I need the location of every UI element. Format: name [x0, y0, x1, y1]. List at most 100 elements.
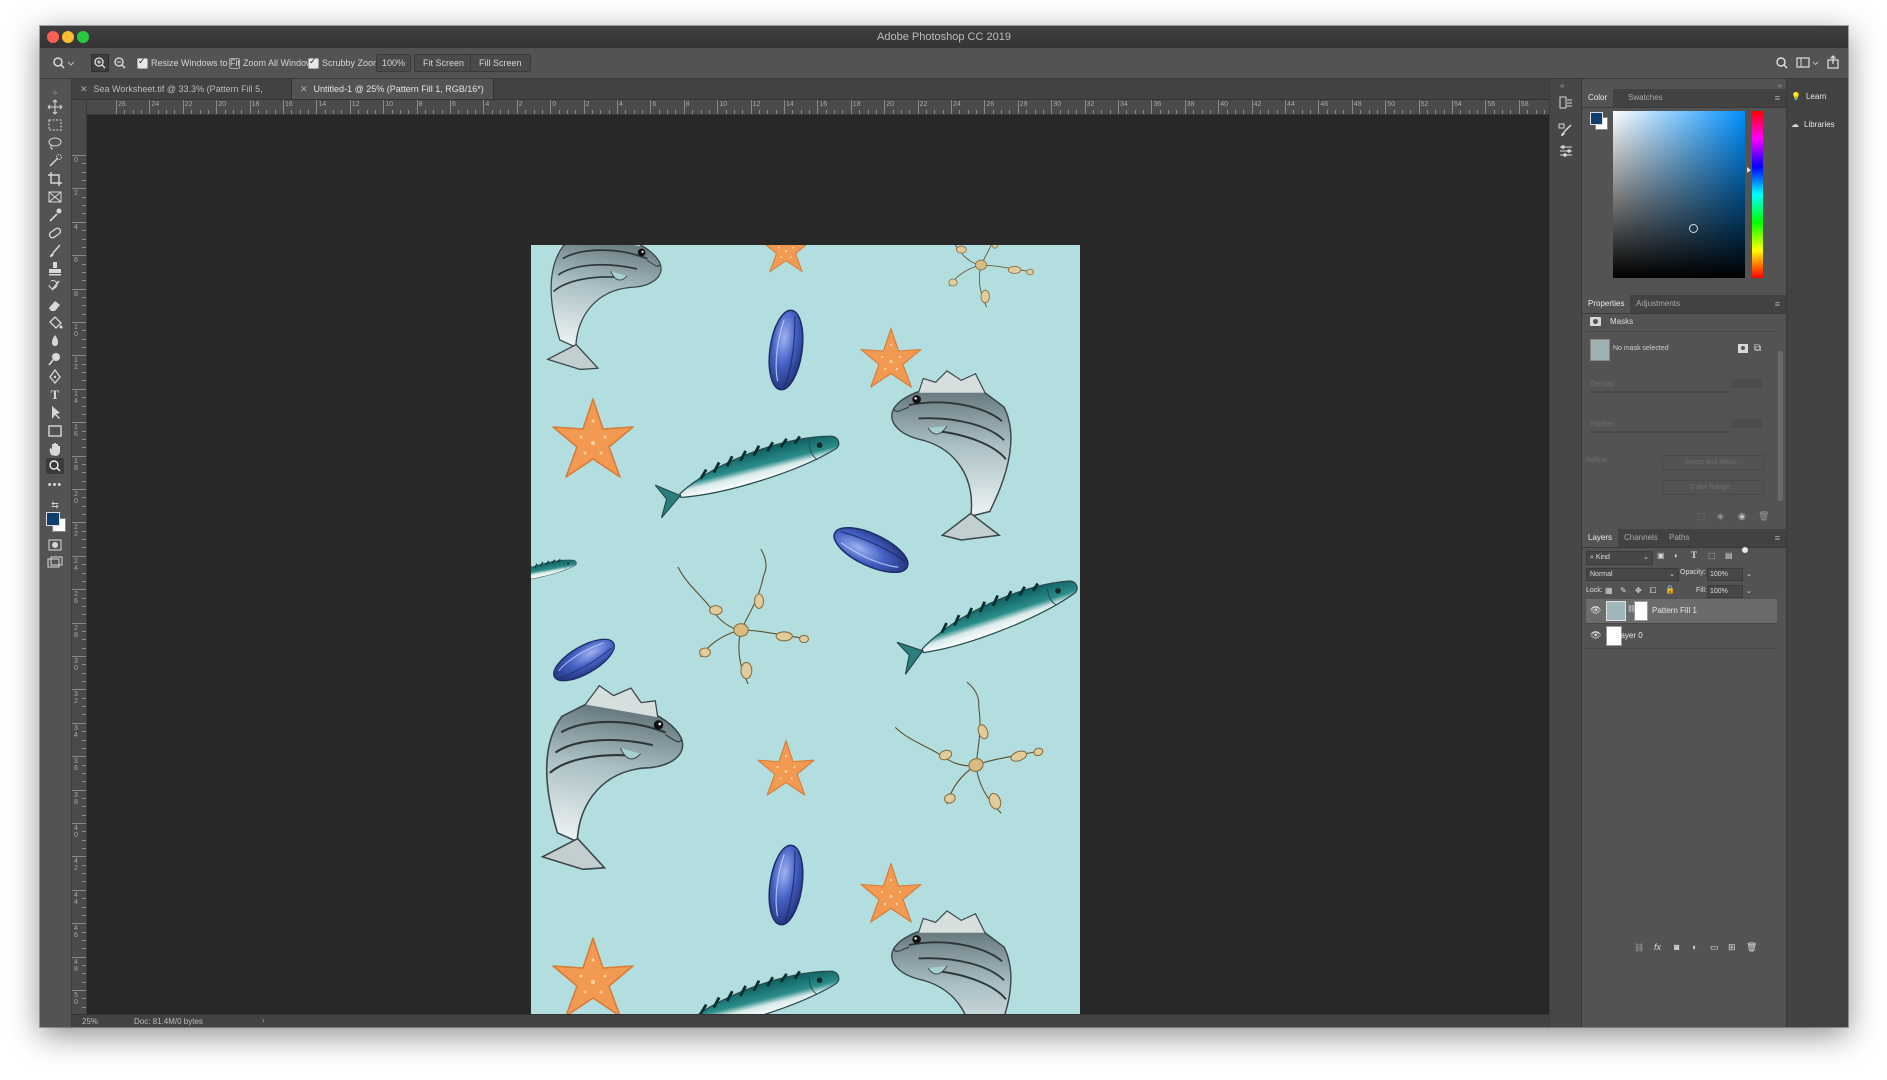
share-icon[interactable] [1826, 55, 1840, 69]
shape-layer-filter-icon[interactable]: ⬚ [1708, 551, 1716, 560]
paint-bucket-tool-icon[interactable] [46, 315, 64, 331]
lasso-tool-icon[interactable] [46, 135, 64, 151]
path-selection-tool-icon[interactable] [46, 405, 64, 421]
fill-screen-button[interactable]: Fill Screen [470, 54, 531, 72]
layer-row-pattern-fill-1[interactable]: 👁 ⛓ Pattern Fill 1 [1586, 599, 1777, 624]
tab-sea-worksheet[interactable]: ✕ Sea Worksheet.tif @ 33.3% (Pattern Fill… [72, 79, 292, 114]
type-tool-icon[interactable]: T [46, 387, 64, 403]
link-layers-icon[interactable]: ⛓ [1634, 943, 1644, 952]
panel-menu-icon[interactable]: ≡ [1775, 533, 1780, 543]
marquee-tool-icon[interactable] [46, 117, 64, 133]
zoom-percentage-field[interactable]: 100% [376, 54, 412, 72]
tab-layers[interactable]: Layers [1582, 529, 1619, 547]
healing-brush-tool-icon[interactable] [46, 225, 64, 241]
zoom-out-icon[interactable] [112, 55, 128, 71]
foreground-color-swatch[interactable] [46, 512, 60, 526]
tab-color[interactable]: Color [1582, 89, 1614, 107]
lock-all-icon[interactable]: 🔒 [1665, 585, 1675, 594]
scrubby-zoom-checkbox[interactable]: Scrubby Zoom [308, 56, 381, 69]
libraries-panel-button[interactable]: ☁ Libraries [1791, 115, 1845, 135]
adjustment-layer-filter-icon[interactable]: ◐ [1674, 551, 1679, 560]
blur-tool-icon[interactable] [46, 333, 64, 349]
close-tab-icon[interactable]: ✕ [300, 84, 308, 94]
tab-untitled-1[interactable]: ✕ Untitled-1 @ 25% (Pattern Fill 1, RGB/1… [292, 79, 494, 114]
new-group-icon[interactable]: ▭ [1710, 942, 1719, 953]
hand-tool-icon[interactable] [46, 441, 64, 457]
layer-mask-thumbnail[interactable] [1634, 601, 1648, 621]
history-brush-tool-icon[interactable] [46, 279, 64, 295]
edit-toolbar-icon[interactable]: ••• [46, 477, 64, 493]
tab-adjustments[interactable]: Adjustments [1630, 295, 1686, 313]
adjustments-panel-icon[interactable] [1558, 143, 1574, 159]
crop-tool-icon[interactable] [46, 171, 64, 187]
pixel-layer-filter-icon[interactable]: ▣ [1657, 551, 1665, 560]
tab-swatches[interactable]: Swatches [1622, 89, 1669, 107]
brush-tool-icon[interactable] [46, 243, 64, 259]
color-field[interactable] [1613, 111, 1745, 278]
layer-kind-filter[interactable]: ⌕ Kind ⌄ [1586, 551, 1653, 565]
color-picker-cursor[interactable] [1689, 224, 1698, 233]
zoom-tool-icon[interactable] [46, 458, 64, 474]
quick-selection-tool-icon[interactable] [46, 153, 64, 169]
close-tab-icon[interactable]: ✕ [80, 84, 88, 94]
layer-name[interactable]: Pattern Fill 1 [1652, 606, 1697, 615]
history-panel-icon[interactable] [1558, 95, 1574, 111]
lock-position-icon[interactable]: ✥ [1635, 586, 1642, 595]
clone-stamp-tool-icon[interactable] [46, 261, 64, 277]
tab-properties[interactable]: Properties [1582, 295, 1631, 313]
zoom-level[interactable]: 25% [82, 1017, 98, 1026]
foreground-color-swatch[interactable] [1590, 112, 1603, 125]
quick-mask-icon[interactable] [46, 537, 64, 553]
add-pixel-mask-icon[interactable] [1738, 344, 1748, 353]
fill-field[interactable]: 100% ⌄ [1707, 585, 1752, 598]
add-mask-icon[interactable]: ◙ [1674, 942, 1679, 952]
hue-slider-handle-icon[interactable] [1747, 167, 1751, 173]
eraser-tool-icon[interactable] [46, 297, 64, 313]
tab-paths[interactable]: Paths [1663, 529, 1695, 547]
zoom-tool-preset-icon[interactable] [52, 56, 74, 70]
frame-tool-icon[interactable] [46, 189, 64, 205]
swap-colors-icon[interactable]: ⇆ [46, 497, 64, 513]
eyedropper-tool-icon[interactable] [46, 207, 64, 223]
visibility-eye-icon[interactable]: 👁 [1590, 605, 1601, 616]
collapse-panels-icon[interactable]: « [1560, 81, 1564, 90]
pattern-fill-thumbnail[interactable] [1606, 601, 1626, 621]
learn-panel-button[interactable]: 💡 Learn [1791, 87, 1845, 107]
lock-transparent-pixels-icon[interactable]: ▦ [1605, 586, 1613, 595]
rectangle-tool-icon[interactable] [46, 423, 64, 439]
screen-mode-icon[interactable] [46, 555, 64, 571]
zoom-in-icon[interactable] [91, 54, 109, 72]
fit-screen-button[interactable]: Fit Screen [414, 54, 474, 72]
opacity-field[interactable]: 100% ⌄ [1707, 568, 1752, 581]
add-vector-mask-icon[interactable]: ⧉ [1754, 343, 1761, 354]
lock-artboard-icon[interactable]: ⧠ [1650, 586, 1656, 596]
delete-layer-icon[interactable]: 🗑 [1746, 942, 1757, 953]
filter-toggle-icon[interactable] [1742, 547, 1748, 553]
dodge-tool-icon[interactable] [46, 351, 64, 367]
layer-name[interactable]: Layer 0 [1616, 631, 1643, 640]
resize-windows-checkbox[interactable]: Resize Windows to Fit [137, 56, 240, 69]
blend-mode-select[interactable]: Normal ⌄ [1586, 568, 1679, 581]
smart-object-filter-icon[interactable]: ▤ [1725, 551, 1733, 560]
status-menu-arrow-icon[interactable]: › [262, 1016, 265, 1025]
hue-slider[interactable] [1747, 111, 1763, 278]
layer-style-icon[interactable]: fx [1654, 942, 1661, 952]
zoom-all-windows-checkbox[interactable]: Zoom All Windows [229, 57, 317, 69]
tab-channels[interactable]: Channels [1618, 529, 1664, 547]
canvas-workspace[interactable] [87, 115, 1580, 1014]
layer-row-layer-0[interactable]: 👁 Layer 0 [1586, 624, 1777, 649]
pen-tool-icon[interactable] [46, 369, 64, 385]
properties-scrollbar[interactable] [1778, 351, 1783, 501]
workspace-switcher-icon[interactable] [1796, 56, 1820, 70]
search-icon[interactable] [1775, 56, 1789, 70]
type-layer-filter-icon[interactable]: T [1691, 550, 1697, 560]
panel-menu-icon[interactable]: ≡ [1775, 299, 1780, 309]
new-adjustment-layer-icon[interactable]: ◐ [1692, 942, 1697, 952]
brush-settings-icon[interactable] [1558, 123, 1574, 139]
panel-menu-icon[interactable]: ≡ [1775, 93, 1780, 103]
move-tool-icon[interactable] [46, 99, 64, 115]
visibility-eye-icon[interactable]: 👁 [1590, 630, 1601, 641]
new-layer-icon[interactable]: ⊞ [1728, 942, 1736, 953]
document-canvas[interactable] [531, 245, 1080, 1014]
lock-image-pixels-icon[interactable]: ✎ [1620, 586, 1627, 595]
